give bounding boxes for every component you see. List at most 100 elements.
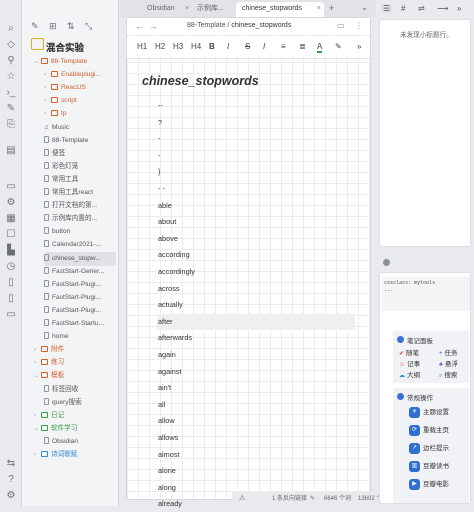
chevron-down-icon[interactable]: ⌄ <box>34 369 41 383</box>
word-line[interactable]: ain't <box>157 380 355 396</box>
tab-obsidian[interactable]: Obsidian × <box>132 2 192 17</box>
tab-list-icon[interactable]: ⌄ <box>361 3 368 12</box>
word-line[interactable]: - - <box>157 181 355 197</box>
chevron-right-icon[interactable]: › <box>44 107 51 121</box>
action-button[interactable]: ▶ 豆瓣电影 <box>409 478 455 491</box>
close-icon[interactable]: × <box>317 2 321 15</box>
search-icon[interactable]: ⌕ <box>5 23 17 35</box>
panel-shortcut[interactable]: ♣ 悬浮 <box>439 358 458 368</box>
file-item[interactable]: 88-Template <box>44 134 116 148</box>
file-item[interactable]: Obsidian <box>44 435 116 449</box>
book-icon[interactable]: ▙ <box>5 245 17 257</box>
panel-shortcut[interactable]: ☺ 记事 <box>399 358 420 368</box>
folder-item[interactable]: ⌄ 软件学习 <box>34 422 116 436</box>
word-line[interactable]: almost <box>157 447 355 463</box>
format-bold-button[interactable]: B <box>209 42 215 51</box>
page-icon[interactable]: ☐ <box>5 229 17 241</box>
file-item[interactable]: button <box>44 225 116 239</box>
monitor-icon[interactable]: ▭ <box>5 181 17 193</box>
chevron-down-icon[interactable]: ⌄ <box>34 422 41 436</box>
word-line[interactable]: } <box>157 164 355 180</box>
file-item[interactable]: Calendar2021-... <box>44 238 116 252</box>
new-folder-icon[interactable]: ⊞ <box>49 21 57 32</box>
word-line[interactable]: about <box>157 214 355 230</box>
format-h4-button[interactable]: H4 <box>191 42 201 51</box>
word-line[interactable]: able <box>157 198 355 214</box>
document-icon[interactable]: ▯ <box>5 277 17 289</box>
chevron-right-icon[interactable]: › <box>44 81 51 95</box>
folder-item[interactable]: › 诗词歌赋 <box>34 448 116 462</box>
file-icon[interactable]: ▯ <box>5 293 17 305</box>
file-item[interactable]: FastStart-Gener... <box>44 265 116 279</box>
word-line[interactable]: against <box>157 364 355 380</box>
format-highlight-button[interactable]: ✎ <box>335 42 342 51</box>
new-tab-icon[interactable]: + <box>329 3 334 13</box>
file-item[interactable]: home <box>44 330 116 344</box>
file-item[interactable]: 常用工具react <box>44 186 116 200</box>
file-item[interactable]: 常用工具 <box>44 173 116 187</box>
tag-icon[interactable]: ◇ <box>5 39 17 51</box>
outline-tab-icon[interactable]: ☰ <box>381 4 393 13</box>
folder-item[interactable]: › Enableplugi... <box>44 68 116 82</box>
tab-chinese-stopwords[interactable]: chinese_stopwords × <box>236 2 324 17</box>
word-line[interactable]: allows <box>157 430 355 446</box>
folder-item[interactable]: ⌄ 模板 <box>34 369 116 383</box>
chevron-right-icon[interactable]: › <box>44 94 51 108</box>
folder-item[interactable]: › 练习 <box>34 356 116 370</box>
sort-icon[interactable]: ⇅ <box>67 21 75 32</box>
word-line[interactable]: all <box>157 397 355 413</box>
word-line[interactable]: across <box>157 281 355 297</box>
back-arrow-icon[interactable]: ← <box>135 21 144 31</box>
more-tab-icon[interactable]: » <box>457 4 461 13</box>
word-line[interactable]: allow <box>157 413 355 429</box>
format-h1-button[interactable]: H1 <box>137 42 147 51</box>
word-line[interactable]: afterwards <box>157 330 355 346</box>
word-line[interactable]: accordingly <box>157 264 355 280</box>
help-icon[interactable]: ? <box>5 474 17 486</box>
panel-shortcut[interactable]: ⌕ 搜索 <box>439 369 457 380</box>
star-icon[interactable]: ☆ <box>5 71 17 83</box>
panel-shortcut[interactable]: ☁ 大纲 <box>399 369 420 379</box>
word-line[interactable]: after <box>157 313 355 330</box>
link-tab-icon[interactable]: ⟶ <box>437 4 448 13</box>
chevron-right-icon[interactable]: › <box>44 68 51 82</box>
file-item[interactable]: 彩色灯笼 <box>44 160 116 174</box>
vault-settings-icon[interactable]: ⚙ <box>5 490 17 502</box>
word-line[interactable]: -- <box>157 98 355 114</box>
action-button[interactable]: ⟳ 重载主页 <box>409 424 455 437</box>
file-item[interactable]: chinese_stopw... <box>44 251 116 266</box>
folder-item[interactable]: ⌄ 88-Template <box>34 55 116 69</box>
word-line[interactable]: ? <box>157 115 355 131</box>
settings-icon[interactable]: ⚙ <box>5 197 17 209</box>
clock-icon[interactable]: ◷ <box>5 261 17 273</box>
vault-name[interactable]: 混合实验 <box>46 40 84 54</box>
word-line[interactable]: again <box>157 347 355 363</box>
file-item[interactable]: FastStart-Plugi... <box>44 278 116 292</box>
chevron-right-icon[interactable]: › <box>34 356 41 370</box>
terminal-icon[interactable]: ›_ <box>5 87 17 99</box>
breadcrumb-file[interactable]: chinese_stopwords <box>231 22 291 29</box>
bookmark-icon[interactable]: ▭ <box>5 309 17 321</box>
breadcrumb-folder[interactable]: 88-Template <box>187 22 226 29</box>
file-item[interactable]: 示例库内置的... <box>44 212 116 226</box>
file-item[interactable]: 便签 <box>44 147 116 161</box>
chevron-right-icon[interactable]: › <box>34 448 41 462</box>
graph-icon[interactable]: ⚲ <box>5 55 17 67</box>
file-item[interactable]: FastStart-Plugi... <box>44 304 116 318</box>
chevron-right-icon[interactable]: › <box>34 409 41 423</box>
file-item[interactable]: 标签回收 <box>44 383 116 397</box>
format-font-color-button[interactable]: A <box>317 42 323 53</box>
format-code-button[interactable]: I <box>263 42 265 51</box>
word-line[interactable]: - <box>157 131 355 147</box>
word-line[interactable]: actually <box>157 297 355 313</box>
word-line[interactable]: above <box>157 231 355 247</box>
more-options-icon[interactable]: ⋮ <box>355 21 363 30</box>
panel-shortcut[interactable]: ✔ 随笔 <box>399 347 419 357</box>
file-item[interactable]: FastStart-Plugi... <box>44 291 116 305</box>
calendar-icon[interactable]: ▦ <box>5 213 17 225</box>
edit-icon[interactable]: ✎ <box>5 103 17 115</box>
file-explorer-icon[interactable]: ▤ <box>5 145 17 157</box>
folder-item[interactable]: › 附件 <box>34 343 116 357</box>
word-line[interactable]: according <box>157 247 355 263</box>
more-format-icon[interactable]: » <box>357 42 361 51</box>
